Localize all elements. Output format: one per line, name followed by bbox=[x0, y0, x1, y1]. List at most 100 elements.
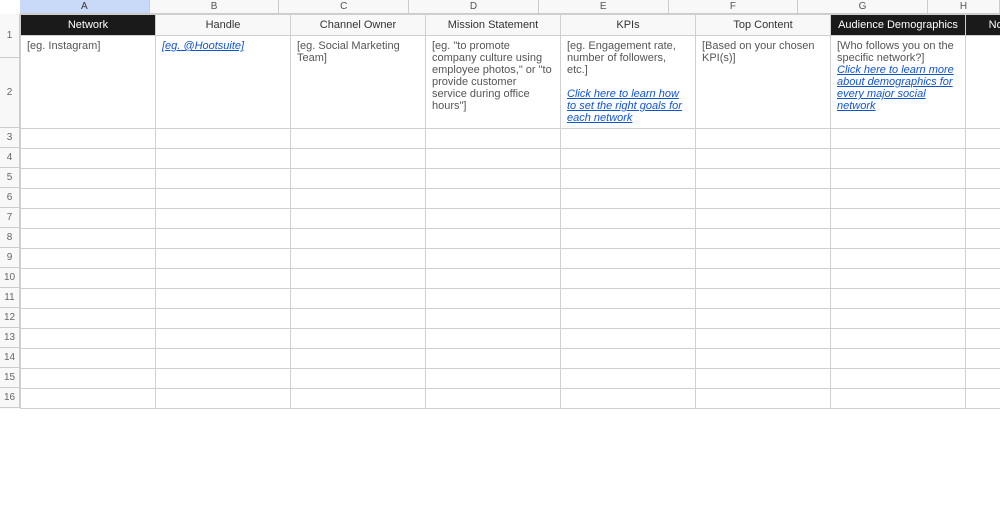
cell-16-e[interactable] bbox=[561, 389, 696, 409]
cell-14-d[interactable] bbox=[426, 349, 561, 369]
cell-11-b[interactable] bbox=[156, 289, 291, 309]
cell-5-f[interactable] bbox=[696, 169, 831, 189]
cell-14-h[interactable] bbox=[966, 349, 1000, 369]
cell-5-b[interactable] bbox=[156, 169, 291, 189]
cell-3-b[interactable] bbox=[156, 129, 291, 149]
cell-11-g[interactable] bbox=[831, 289, 966, 309]
cell-3-h[interactable] bbox=[966, 129, 1000, 149]
cell-13-g[interactable] bbox=[831, 329, 966, 349]
cell-10-b[interactable] bbox=[156, 269, 291, 289]
cell-3-d[interactable] bbox=[426, 129, 561, 149]
cell-6-h[interactable] bbox=[966, 189, 1000, 209]
cell-3-e[interactable] bbox=[561, 129, 696, 149]
cell-15-c[interactable] bbox=[291, 369, 426, 389]
cell-3-g[interactable] bbox=[831, 129, 966, 149]
cell-7-c[interactable] bbox=[291, 209, 426, 229]
cell-13-c[interactable] bbox=[291, 329, 426, 349]
cell-15-a[interactable] bbox=[21, 369, 156, 389]
example-network-cell[interactable]: [eg. Instagram] bbox=[21, 36, 156, 129]
cell-13-f[interactable] bbox=[696, 329, 831, 349]
cell-5-e[interactable] bbox=[561, 169, 696, 189]
cell-13-e[interactable] bbox=[561, 329, 696, 349]
cell-10-d[interactable] bbox=[426, 269, 561, 289]
cell-8-h[interactable] bbox=[966, 229, 1000, 249]
cell-16-a[interactable] bbox=[21, 389, 156, 409]
cell-7-h[interactable] bbox=[966, 209, 1000, 229]
example-kpis-link[interactable]: Click here to learn how to set the right… bbox=[567, 88, 682, 124]
cell-12-f[interactable] bbox=[696, 309, 831, 329]
cell-13-b[interactable] bbox=[156, 329, 291, 349]
cell-5-h[interactable] bbox=[966, 169, 1000, 189]
cell-4-c[interactable] bbox=[291, 149, 426, 169]
cell-12-b[interactable] bbox=[156, 309, 291, 329]
cell-9-g[interactable] bbox=[831, 249, 966, 269]
example-kpis-cell[interactable]: [eg. Engagement rate, number of follower… bbox=[561, 36, 696, 129]
cell-15-d[interactable] bbox=[426, 369, 561, 389]
cell-5-d[interactable] bbox=[426, 169, 561, 189]
cell-4-d[interactable] bbox=[426, 149, 561, 169]
cell-12-h[interactable] bbox=[966, 309, 1000, 329]
example-mission-statement-cell[interactable]: [eg. "to promote company culture using e… bbox=[426, 36, 561, 129]
example-audience-cell[interactable]: [Who follows you on the specific network… bbox=[831, 36, 966, 129]
cell-7-g[interactable] bbox=[831, 209, 966, 229]
cell-10-f[interactable] bbox=[696, 269, 831, 289]
cell-6-g[interactable] bbox=[831, 189, 966, 209]
cell-5-c[interactable] bbox=[291, 169, 426, 189]
cell-15-e[interactable] bbox=[561, 369, 696, 389]
cell-11-c[interactable] bbox=[291, 289, 426, 309]
cell-9-h[interactable] bbox=[966, 249, 1000, 269]
cell-10-e[interactable] bbox=[561, 269, 696, 289]
cell-16-f[interactable] bbox=[696, 389, 831, 409]
cell-7-d[interactable] bbox=[426, 209, 561, 229]
cell-12-e[interactable] bbox=[561, 309, 696, 329]
cell-6-d[interactable] bbox=[426, 189, 561, 209]
cell-10-h[interactable] bbox=[966, 269, 1000, 289]
cell-8-e[interactable] bbox=[561, 229, 696, 249]
cell-11-d[interactable] bbox=[426, 289, 561, 309]
cell-5-g[interactable] bbox=[831, 169, 966, 189]
cell-13-d[interactable] bbox=[426, 329, 561, 349]
example-channel-owner-cell[interactable]: [eg. Social Marketing Team] bbox=[291, 36, 426, 129]
cell-9-d[interactable] bbox=[426, 249, 561, 269]
cell-16-g[interactable] bbox=[831, 389, 966, 409]
cell-4-f[interactable] bbox=[696, 149, 831, 169]
cell-12-c[interactable] bbox=[291, 309, 426, 329]
cell-7-b[interactable] bbox=[156, 209, 291, 229]
cell-6-f[interactable] bbox=[696, 189, 831, 209]
cell-12-a[interactable] bbox=[21, 309, 156, 329]
cell-9-f[interactable] bbox=[696, 249, 831, 269]
cell-6-a[interactable] bbox=[21, 189, 156, 209]
cell-7-a[interactable] bbox=[21, 209, 156, 229]
cell-3-a[interactable] bbox=[21, 129, 156, 149]
cell-4-a[interactable] bbox=[21, 149, 156, 169]
cell-11-h[interactable] bbox=[966, 289, 1000, 309]
cell-11-a[interactable] bbox=[21, 289, 156, 309]
cell-6-e[interactable] bbox=[561, 189, 696, 209]
cell-16-h[interactable] bbox=[966, 389, 1000, 409]
cell-4-b[interactable] bbox=[156, 149, 291, 169]
cell-10-g[interactable] bbox=[831, 269, 966, 289]
cell-14-c[interactable] bbox=[291, 349, 426, 369]
cell-16-d[interactable] bbox=[426, 389, 561, 409]
cell-14-b[interactable] bbox=[156, 349, 291, 369]
cell-14-a[interactable] bbox=[21, 349, 156, 369]
cell-8-c[interactable] bbox=[291, 229, 426, 249]
cell-6-b[interactable] bbox=[156, 189, 291, 209]
example-handle-link[interactable]: [eg. @Hootsuite] bbox=[162, 40, 244, 52]
cell-5-a[interactable] bbox=[21, 169, 156, 189]
cell-8-a[interactable] bbox=[21, 229, 156, 249]
cell-15-b[interactable] bbox=[156, 369, 291, 389]
cell-11-e[interactable] bbox=[561, 289, 696, 309]
cell-9-e[interactable] bbox=[561, 249, 696, 269]
example-audience-link[interactable]: Click here to learn more about demograph… bbox=[837, 64, 954, 112]
cell-11-f[interactable] bbox=[696, 289, 831, 309]
example-handle-cell[interactable]: [eg. @Hootsuite] bbox=[156, 36, 291, 129]
cell-14-f[interactable] bbox=[696, 349, 831, 369]
cell-16-b[interactable] bbox=[156, 389, 291, 409]
cell-10-c[interactable] bbox=[291, 269, 426, 289]
cell-14-g[interactable] bbox=[831, 349, 966, 369]
cell-3-f[interactable] bbox=[696, 129, 831, 149]
cell-12-g[interactable] bbox=[831, 309, 966, 329]
cell-4-e[interactable] bbox=[561, 149, 696, 169]
cell-6-c[interactable] bbox=[291, 189, 426, 209]
